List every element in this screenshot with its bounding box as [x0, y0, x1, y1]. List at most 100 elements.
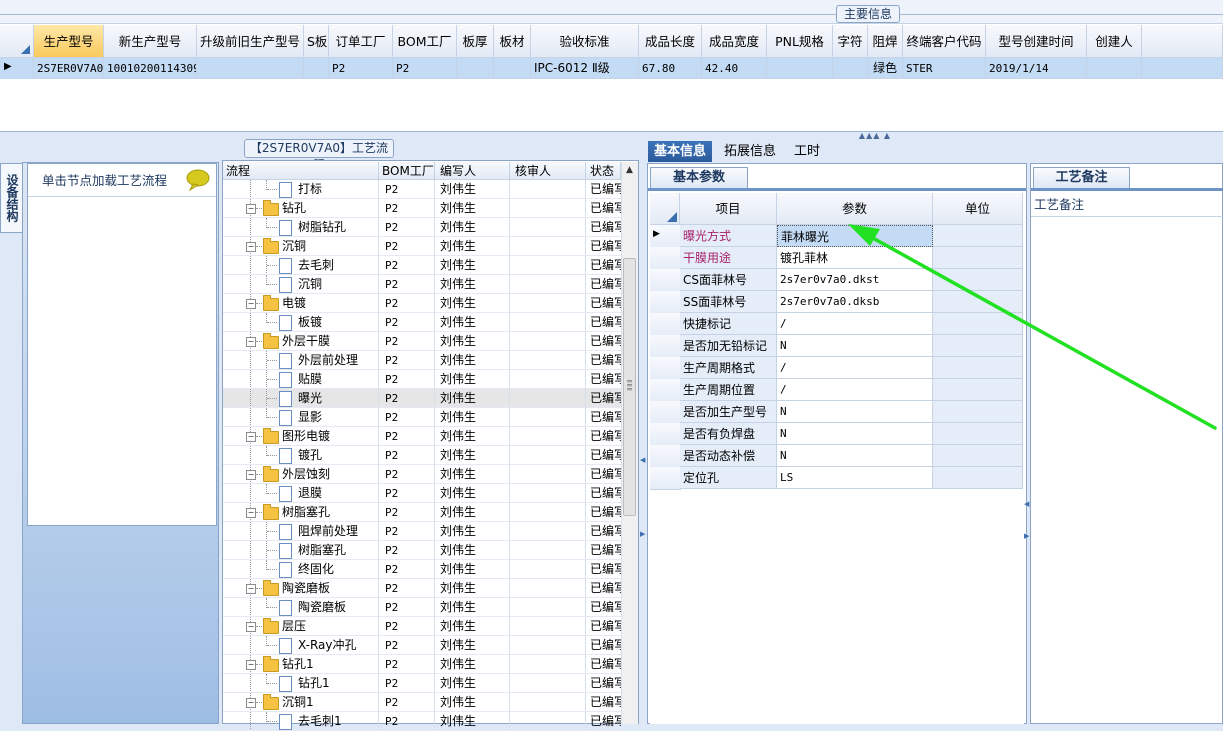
tree-cell-bom[interactable]: P2 — [379, 237, 435, 256]
tree-cell-editor[interactable]: 刘伟生 — [435, 370, 510, 389]
collapse-right-icon[interactable]: ▶ — [640, 530, 646, 540]
tree-cell-editor[interactable]: 刘伟生 — [435, 294, 510, 313]
tree-row[interactable]: − 图形电镀 P2刘伟生 已编写 — [223, 427, 621, 446]
tree-cell-bom[interactable]: P2 — [379, 351, 435, 370]
tree-cell-reviewer[interactable] — [510, 598, 586, 617]
tree-cell-reviewer[interactable] — [510, 370, 586, 389]
tree-cell-editor[interactable]: 刘伟生 — [435, 693, 510, 712]
row-indicator[interactable] — [650, 247, 681, 270]
tree-cell-editor[interactable]: 刘伟生 — [435, 541, 510, 560]
param-value-field[interactable]: / — [777, 313, 933, 335]
column-header-pnl[interactable]: PNL规格 — [767, 25, 833, 58]
tree-cell-editor[interactable]: 刘伟生 — [435, 332, 510, 351]
tree-row[interactable]: 陶瓷磨板 P2刘伟生 已编写 — [223, 598, 621, 617]
tree-node[interactable]: 树脂钻孔 — [223, 218, 379, 237]
param-value-field[interactable]: LS — [777, 467, 933, 489]
collapse-left-icon[interactable]: ◀ — [640, 456, 646, 466]
tree-cell-reviewer[interactable] — [510, 503, 586, 522]
column-header-width[interactable]: 成品宽度 — [702, 25, 767, 58]
tree-cell-status[interactable]: 已编写 — [586, 636, 621, 655]
tree-row[interactable]: 外层前处理 P2刘伟生 已编写 — [223, 351, 621, 370]
param-value-field[interactable]: N — [777, 445, 933, 467]
column-header-thickness[interactable]: 板厚 — [457, 25, 494, 58]
tree-cell-reviewer[interactable] — [510, 199, 586, 218]
tree-cell-editor[interactable]: 刘伟生 — [435, 560, 510, 579]
tree-row[interactable]: 树脂钻孔 P2刘伟生 已编写 — [223, 218, 621, 237]
tree-cell-bom[interactable]: P2 — [379, 275, 435, 294]
cell-width[interactable]: 42.40 — [702, 58, 767, 79]
tree-cell-reviewer[interactable] — [510, 655, 586, 674]
tree-header-flow[interactable]: 流程 — [223, 162, 379, 180]
tree-node[interactable]: − 外层干膜 — [223, 332, 379, 351]
tree-row[interactable]: − 层压 P2刘伟生 已编写 — [223, 617, 621, 636]
tree-cell-bom[interactable]: P2 — [379, 218, 435, 237]
tree-cell-status[interactable]: 已编写 — [586, 294, 621, 313]
top-grid-corner[interactable] — [0, 25, 34, 58]
cell-standard[interactable]: IPC-6012 Ⅱ级 — [531, 58, 639, 79]
tree-cell-reviewer[interactable] — [510, 256, 586, 275]
tree-node[interactable]: − 外层蚀刻 — [223, 465, 379, 484]
tree-row[interactable]: 沉铜 P2刘伟生 已编写 — [223, 275, 621, 294]
tree-cell-bom[interactable]: P2 — [379, 256, 435, 275]
param-unit-field[interactable] — [933, 247, 1023, 269]
tab-extended-info[interactable]: 拓展信息 — [718, 141, 782, 162]
tree-cell-status[interactable]: 已编写 — [586, 655, 621, 674]
tree-row[interactable]: 树脂塞孔 P2刘伟生 已编写 — [223, 541, 621, 560]
collapse-node-icon[interactable]: − — [246, 432, 256, 442]
tree-node[interactable]: 去毛刺1 — [223, 712, 379, 731]
tree-cell-reviewer[interactable] — [510, 465, 586, 484]
tree-cell-status[interactable]: 已编写 — [586, 712, 621, 731]
tree-cell-editor[interactable]: 刘伟生 — [435, 636, 510, 655]
tree-row[interactable]: 退膜 P2刘伟生 已编写 — [223, 484, 621, 503]
collapse-node-icon[interactable]: − — [246, 660, 256, 670]
tree-cell-editor[interactable]: 刘伟生 — [435, 313, 510, 332]
tree-cell-status[interactable]: 已编写 — [586, 237, 621, 256]
params-grid-corner[interactable] — [650, 193, 680, 225]
tree-cell-status[interactable]: 已编写 — [586, 199, 621, 218]
param-unit-field[interactable] — [933, 445, 1023, 467]
param-value-field[interactable]: 镀孔菲林 — [777, 247, 933, 269]
column-header-order-factory[interactable]: 订单工厂 — [329, 25, 393, 58]
tree-row[interactable]: 曝光 P2刘伟生 已编写 — [223, 389, 621, 408]
tree-cell-reviewer[interactable] — [510, 522, 586, 541]
tree-row[interactable]: 板镀 P2刘伟生 已编写 — [223, 313, 621, 332]
tree-node[interactable]: − 树脂塞孔 — [223, 503, 379, 522]
tree-node[interactable]: 终固化 — [223, 560, 379, 579]
tree-cell-reviewer[interactable] — [510, 313, 586, 332]
tree-cell-editor[interactable]: 刘伟生 — [435, 180, 510, 199]
tree-node[interactable]: 曝光 — [223, 389, 379, 408]
tree-cell-bom[interactable]: P2 — [379, 427, 435, 446]
collapse-node-icon[interactable]: − — [246, 470, 256, 480]
tree-cell-status[interactable]: 已编写 — [586, 560, 621, 579]
cell-order-factory[interactable]: P2 — [329, 58, 393, 79]
row-indicator[interactable] — [650, 269, 681, 292]
tree-cell-bom[interactable]: P2 — [379, 294, 435, 313]
tree-cell-reviewer[interactable] — [510, 237, 586, 256]
tree-cell-editor[interactable]: 刘伟生 — [435, 655, 510, 674]
tree-cell-status[interactable]: 已编写 — [586, 617, 621, 636]
tree-row[interactable]: − 外层蚀刻 P2刘伟生 已编写 — [223, 465, 621, 484]
cell-pnl[interactable] — [767, 58, 833, 79]
tree-cell-reviewer[interactable] — [510, 636, 586, 655]
tree-node[interactable]: X-Ray冲孔 — [223, 636, 379, 655]
cell-new-model[interactable]: 10010200114309 — [104, 58, 197, 79]
tree-cell-status[interactable]: 已编写 — [586, 465, 621, 484]
tree-cell-reviewer[interactable] — [510, 389, 586, 408]
tree-row[interactable]: 镀孔 P2刘伟生 已编写 — [223, 446, 621, 465]
tree-cell-editor[interactable]: 刘伟生 — [435, 389, 510, 408]
tree-node[interactable]: 退膜 — [223, 484, 379, 503]
tree-cell-status[interactable]: 已编写 — [586, 598, 621, 617]
tree-cell-status[interactable]: 已编写 — [586, 332, 621, 351]
param-value-field[interactable]: / — [777, 379, 933, 401]
tree-node[interactable]: − 钻孔 — [223, 199, 379, 218]
tree-cell-status[interactable]: 已编写 — [586, 503, 621, 522]
tree-cell-editor[interactable]: 刘伟生 — [435, 256, 510, 275]
splitter-grip-icon[interactable]: ▲▲▲ ▲ — [850, 132, 900, 140]
cell-solder-mask[interactable]: 绿色 — [868, 58, 903, 79]
tree-cell-bom[interactable]: P2 — [379, 199, 435, 218]
tree-node[interactable]: − 沉铜1 — [223, 693, 379, 712]
tree-cell-editor[interactable]: 刘伟生 — [435, 199, 510, 218]
cell-customer-code[interactable]: STER — [903, 58, 986, 79]
column-header-created-time[interactable]: 型号创建时间 — [986, 25, 1087, 58]
process-notes-tab[interactable]: 工艺备注 — [1033, 167, 1130, 188]
